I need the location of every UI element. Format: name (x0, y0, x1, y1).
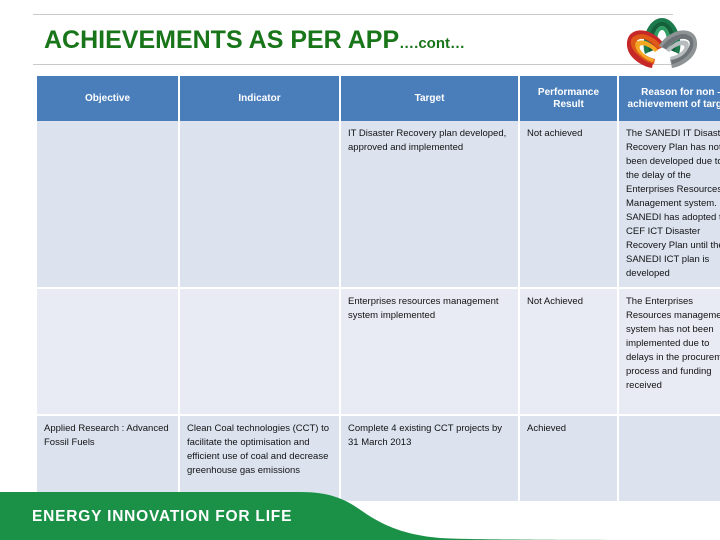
page-title: ACHIEVEMENTS AS PER APP….cont… (44, 25, 465, 59)
cell-target: IT Disaster Recovery plan developed, app… (340, 121, 520, 289)
column-header-target: Target (340, 76, 520, 121)
cell-performance-result: Not achieved (519, 121, 619, 289)
column-header-indicator: Indicator (179, 76, 341, 121)
footer-wave-banner (0, 492, 720, 540)
table-body: IT Disaster Recovery plan developed, app… (37, 121, 720, 503)
cell-performance-result: Not Achieved (519, 288, 619, 416)
cell-indicator (179, 121, 341, 289)
achievements-table: Objective Indicator Target Performance R… (37, 76, 720, 503)
table-header: Objective Indicator Target Performance R… (37, 76, 720, 121)
table-header-row: Objective Indicator Target Performance R… (37, 76, 720, 121)
title-divider-bottom (33, 64, 673, 65)
sanedi-trefoil-logo (626, 18, 698, 68)
page-title-continued: ….cont… (399, 35, 465, 52)
column-header-performance-result: Performance Result (519, 76, 619, 121)
table-row: IT Disaster Recovery plan developed, app… (37, 121, 720, 289)
column-header-reason-for-non-achievement: Reason for non – achievement of targets (618, 76, 720, 121)
cell-reason: The Enterprises Resources management sys… (618, 288, 720, 416)
column-header-objective: Objective (37, 76, 180, 121)
cell-target: Enterprises resources management system … (340, 288, 520, 416)
cell-reason: The SANEDI IT Disaster Recovery Plan has… (618, 121, 720, 289)
title-divider-top (33, 14, 673, 15)
footer-tagline: ENERGY INNOVATION FOR LIFE (32, 508, 293, 525)
cell-indicator (179, 288, 341, 416)
page-title-main: ACHIEVEMENTS AS PER APP (44, 26, 400, 54)
table-row: Enterprises resources management system … (37, 288, 720, 416)
slide-title-area: ACHIEVEMENTS AS PER APP….cont… (0, 0, 720, 70)
cell-objective (37, 121, 180, 289)
cell-objective (37, 288, 180, 416)
